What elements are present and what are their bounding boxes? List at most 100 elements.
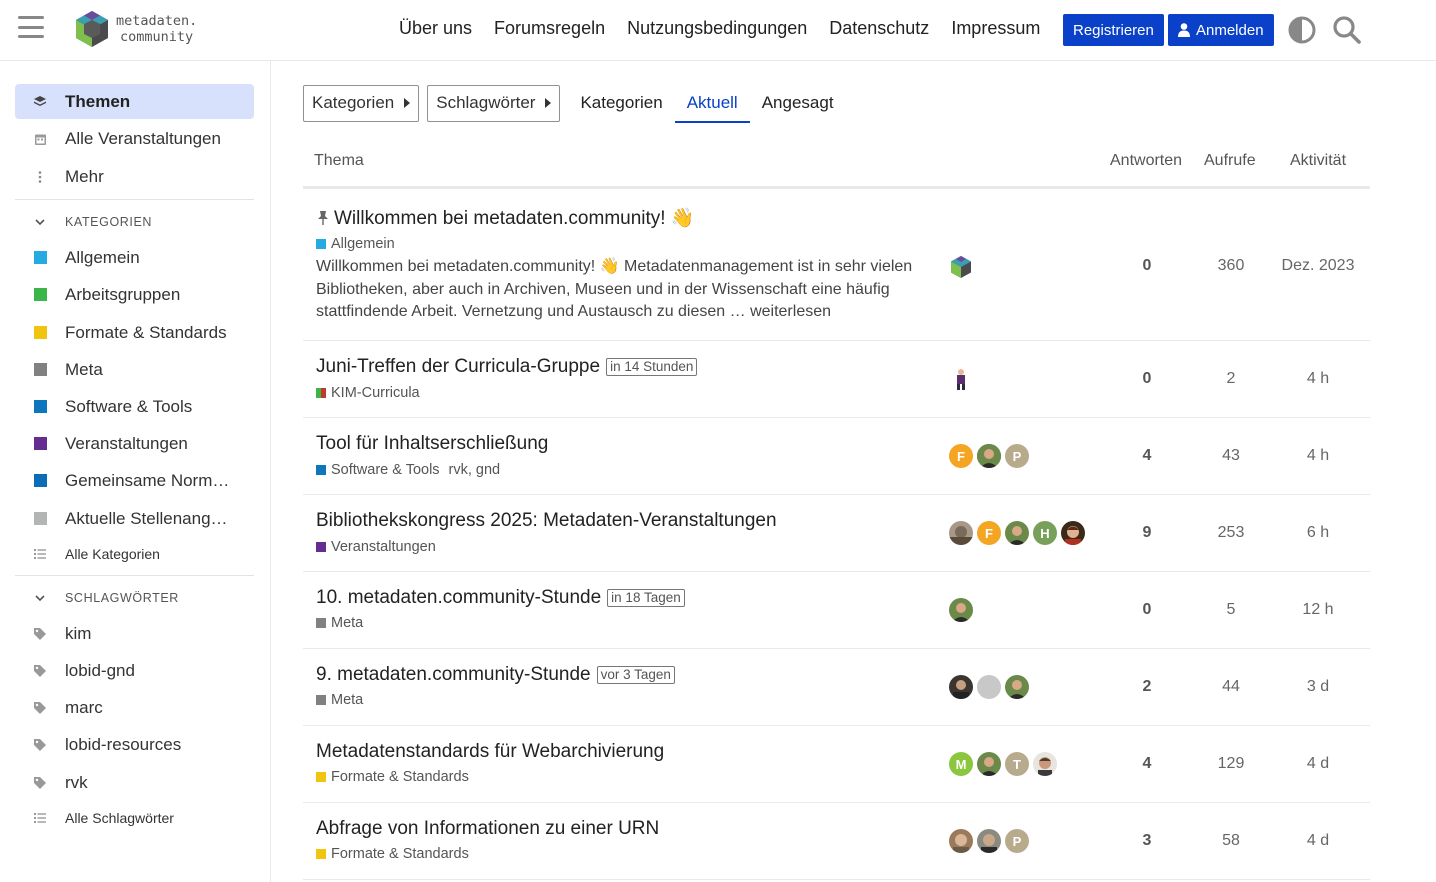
sidebar-category-formate-standards[interactable]: Formate & Standards: [15, 315, 254, 350]
sidebar-category-meta[interactable]: Meta: [15, 352, 254, 387]
reply-count[interactable]: 2: [1107, 678, 1187, 696]
sidebar-category-software-tools[interactable]: Software & Tools: [15, 389, 254, 424]
nav-link-nutzungsbedingungen[interactable]: Nutzungsbedingungen: [627, 18, 807, 39]
avatar[interactable]: [1005, 675, 1029, 699]
avatar[interactable]: [949, 521, 973, 545]
sidebar-tag-lobid-gnd[interactable]: lobid-gnd: [15, 653, 254, 688]
topic-title[interactable]: 10. metadaten.community-Stunde: [316, 587, 601, 609]
avatar[interactable]: P: [1005, 829, 1029, 853]
nav-link-ueber-uns[interactable]: Über uns: [399, 18, 472, 39]
sidebar-item-mehr[interactable]: Mehr: [15, 159, 254, 194]
reply-count[interactable]: 4: [1107, 447, 1187, 465]
nav-link-impressum[interactable]: Impressum: [951, 18, 1040, 39]
activity-date[interactable]: 4 h: [1278, 370, 1358, 388]
avatar[interactable]: [977, 444, 1001, 468]
activity-date[interactable]: 4 d: [1278, 755, 1358, 773]
login-button[interactable]: Anmelden: [1168, 14, 1274, 46]
topic-title[interactable]: Juni-Treffen der Curricula-Gruppe: [316, 356, 600, 378]
register-button[interactable]: Registrieren: [1063, 14, 1164, 46]
topic-tags[interactable]: rvk, gnd: [449, 462, 501, 478]
topic-category[interactable]: KIM-Curricula: [316, 385, 420, 401]
avatar[interactable]: F: [977, 521, 1001, 545]
hamburger-menu-icon[interactable]: [18, 14, 44, 40]
tab-angesagt[interactable]: Angesagt: [750, 85, 846, 122]
activity-date[interactable]: 12 h: [1278, 601, 1358, 619]
category-color-square: [316, 542, 326, 552]
categories-section-toggle[interactable]: KATEGORIEN: [15, 207, 254, 237]
list-icon: [15, 548, 65, 559]
topic-category[interactable]: Allgemein: [316, 236, 395, 252]
avatar[interactable]: H: [1033, 521, 1057, 545]
topic-category[interactable]: Formate & Standards: [316, 846, 469, 862]
avatar[interactable]: P: [1005, 444, 1029, 468]
nav-link-datenschutz[interactable]: Datenschutz: [829, 18, 929, 39]
activity-date[interactable]: Dez. 2023: [1273, 257, 1363, 275]
activity-date[interactable]: 3 d: [1278, 678, 1358, 696]
avatar[interactable]: [977, 675, 1001, 699]
tags-dropdown[interactable]: Schlagwörter: [427, 84, 561, 122]
sidebar-category-allgemein[interactable]: Allgemein: [15, 240, 254, 275]
sidebar-tag-label: lobid-resources: [65, 734, 182, 754]
reply-count[interactable]: 9: [1107, 524, 1187, 542]
topic-category[interactable]: Meta: [316, 615, 363, 631]
topic-title[interactable]: 9. metadaten.community-Stunde: [316, 664, 591, 686]
nav-link-forumsregeln[interactable]: Forumsregeln: [494, 18, 605, 39]
topic-title[interactable]: Tool für Inhaltserschließung: [316, 433, 548, 455]
sidebar-item-veranstaltungen[interactable]: Alle Veranstaltungen: [15, 121, 254, 156]
topic-title[interactable]: Metadatenstandards für Webarchivierung: [316, 741, 664, 763]
avatar[interactable]: [977, 829, 1001, 853]
sidebar-category-stellenangebote[interactable]: Aktuelle Stellenangebote: [15, 501, 254, 536]
avatar[interactable]: [949, 367, 973, 391]
sidebar-tag-lobid-resources[interactable]: lobid-resources: [15, 727, 254, 762]
reply-count[interactable]: 0: [1107, 601, 1187, 619]
site-logo[interactable]: metadaten. community: [72, 8, 202, 50]
read-more-link[interactable]: weiterlesen: [750, 303, 831, 320]
topic-title[interactable]: Abfrage von Informationen zu einer URN: [316, 818, 659, 840]
avatar[interactable]: M: [949, 752, 973, 776]
avatar[interactable]: T: [1005, 752, 1029, 776]
sidebar-all-categories[interactable]: Alle Kategorien: [15, 536, 254, 571]
tab-kategorien[interactable]: Kategorien: [568, 85, 674, 122]
reply-count[interactable]: 4: [1107, 755, 1187, 773]
avatar[interactable]: [949, 598, 973, 622]
reply-count[interactable]: 0: [1107, 257, 1187, 275]
sidebar-all-tags[interactable]: Alle Schlagwörter: [15, 800, 254, 835]
column-header-replies[interactable]: Antworten: [1110, 152, 1182, 170]
topic-category[interactable]: Veranstaltungen: [316, 539, 436, 555]
reply-count[interactable]: 0: [1107, 370, 1187, 388]
topic-row: Juni-Treffen der Curricula-Gruppe in 14 …: [303, 341, 1370, 418]
column-header-activity[interactable]: Aktivität: [1290, 152, 1346, 170]
categories-dropdown[interactable]: Kategorien: [303, 84, 420, 122]
sidebar-tag-kim[interactable]: kim: [15, 616, 254, 651]
topic-title[interactable]: Bibliothekskongress 2025: Metadaten-Vera…: [316, 510, 777, 532]
activity-date[interactable]: 6 h: [1278, 524, 1358, 542]
topic-row: Metadatenstandards für Webarchivierung F…: [303, 726, 1370, 803]
reply-count[interactable]: 3: [1107, 832, 1187, 850]
avatar[interactable]: [949, 255, 973, 279]
avatar[interactable]: F: [949, 444, 973, 468]
activity-date[interactable]: 4 d: [1278, 832, 1358, 850]
sidebar-tag-rvk[interactable]: rvk: [15, 765, 254, 800]
topic-category[interactable]: Formate & Standards: [316, 769, 469, 785]
avatar[interactable]: [977, 752, 1001, 776]
sidebar-item-themen[interactable]: Themen: [15, 84, 254, 119]
sidebar-category-arbeitsgruppen[interactable]: Arbeitsgruppen: [15, 277, 254, 312]
avatar[interactable]: [1033, 752, 1057, 776]
avatar[interactable]: [1061, 521, 1085, 545]
search-icon[interactable]: [1331, 14, 1363, 46]
tab-aktuell[interactable]: Aktuell: [674, 85, 750, 123]
avatar[interactable]: [949, 829, 973, 853]
tag-icon: [15, 627, 65, 640]
topic-category[interactable]: Meta: [316, 692, 363, 708]
topic-title[interactable]: Willkommen bei metadaten.community! 👋: [334, 206, 695, 230]
avatar[interactable]: [949, 675, 973, 699]
sidebar-category-veranstaltungen[interactable]: Veranstaltungen: [15, 426, 254, 461]
avatar[interactable]: [1005, 521, 1029, 545]
activity-date[interactable]: 4 h: [1278, 447, 1358, 465]
sidebar-category-normdateien[interactable]: Gemeinsame Normdateien: [15, 463, 254, 498]
topic-category-label[interactable]: Software & Tools: [331, 462, 440, 478]
tags-section-toggle[interactable]: SCHLAGWÖRTER: [15, 583, 254, 613]
column-header-views[interactable]: Aufrufe: [1204, 152, 1256, 170]
theme-toggle-icon[interactable]: [1286, 14, 1318, 46]
sidebar-tag-marc[interactable]: marc: [15, 690, 254, 725]
